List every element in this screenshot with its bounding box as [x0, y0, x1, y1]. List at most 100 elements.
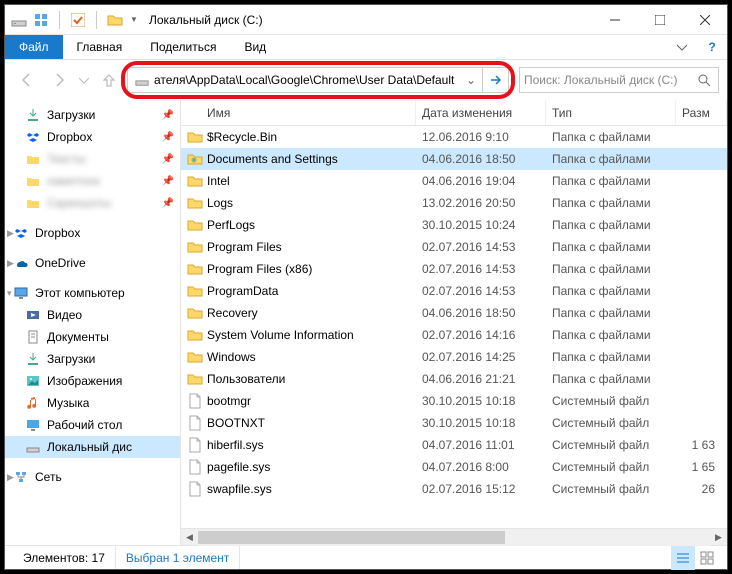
sidebar-item-network[interactable]: ▶Сеть: [5, 466, 180, 488]
file-row[interactable]: swapfile.sys02.07.2016 15:12Системный фа…: [181, 478, 727, 500]
sidebar-item-hidden[interactable]: Скриншоты📌: [5, 192, 180, 214]
file-date: 02.07.2016 14:25: [416, 350, 546, 364]
file-row[interactable]: pagefile.sys04.07.2016 8:00Системный фай…: [181, 456, 727, 478]
address-input[interactable]: [154, 73, 462, 87]
file-row[interactable]: BOOTNXT30.10.2015 10:18Системный файл: [181, 412, 727, 434]
sidebar-item-localdisk[interactable]: Локальный дис: [5, 436, 180, 458]
chevron-down-icon[interactable]: ▾: [7, 288, 12, 299]
close-button[interactable]: [682, 5, 727, 34]
file-row[interactable]: Пользователи04.06.2016 21:21Папка с файл…: [181, 368, 727, 390]
file-row[interactable]: Recovery04.06.2016 18:50Папка с файлами: [181, 302, 727, 324]
file-type: Папка с файлами: [546, 328, 676, 342]
scroll-track[interactable]: [198, 529, 710, 546]
file-name: System Volume Information: [207, 328, 354, 342]
qat-check-icon[interactable]: [70, 12, 86, 28]
file-date: 13.02.2016 20:50: [416, 196, 546, 210]
back-button[interactable]: [13, 66, 41, 94]
sidebar-item-dropbox-root[interactable]: ▶Dropbox: [5, 222, 180, 244]
sidebar-item-hidden[interactable]: Тексты📌: [5, 148, 180, 170]
sidebar-item-downloads[interactable]: Загрузки📌: [5, 104, 180, 126]
sidebar-item-music[interactable]: Музыка: [5, 392, 180, 414]
downloads-icon: [25, 351, 41, 367]
sidebar-item-video[interactable]: Видео: [5, 304, 180, 326]
file-row[interactable]: Documents and Settings04.06.2016 18:50Па…: [181, 148, 727, 170]
file-row[interactable]: bootmgr30.10.2015 10:18Системный файл: [181, 390, 727, 412]
minimize-button[interactable]: [592, 5, 637, 34]
ribbon-expand-icon[interactable]: [667, 42, 697, 52]
sidebar-item-dropbox[interactable]: Dropbox📌: [5, 126, 180, 148]
chevron-right-icon[interactable]: ▶: [7, 228, 14, 239]
folder-icon: [187, 349, 203, 365]
file-type: Папка с файлами: [546, 284, 676, 298]
tab-share[interactable]: Поделиться: [136, 35, 230, 59]
file-name: PerfLogs: [207, 218, 255, 232]
folder-icon: [187, 129, 203, 145]
video-icon: [25, 307, 41, 323]
chevron-right-icon[interactable]: ▶: [7, 472, 14, 483]
file-name: $Recycle.Bin: [207, 130, 277, 144]
file-date: 30.10.2015 10:18: [416, 416, 546, 430]
tab-view[interactable]: Вид: [230, 35, 280, 59]
maximize-button[interactable]: [637, 5, 682, 34]
computer-icon: [13, 285, 29, 301]
qat-properties-icon[interactable]: [33, 12, 49, 28]
column-size[interactable]: Разм: [676, 100, 727, 125]
search-box[interactable]: Поиск: Локальный диск (C:): [519, 67, 719, 93]
titlebar: ▼ Локальный диск (C:): [5, 5, 727, 35]
sidebar-item-thispc[interactable]: ▾Этот компьютер: [5, 282, 180, 304]
file-row[interactable]: hiberfil.sys04.07.2016 11:01Системный фа…: [181, 434, 727, 456]
file-name: Windows: [207, 350, 256, 364]
navigation-pane[interactable]: Загрузки📌 Dropbox📌 Тексты📌 наметоон📌 Скр…: [5, 100, 181, 545]
up-button[interactable]: [95, 66, 123, 94]
column-name[interactable]: Имя: [181, 100, 416, 125]
recent-dropdown-icon[interactable]: [77, 66, 91, 94]
horizontal-scrollbar[interactable]: ◀ ▶: [181, 528, 727, 545]
column-date[interactable]: Дата изменения: [416, 100, 546, 125]
file-date: 02.07.2016 14:16: [416, 328, 546, 342]
sidebar-item-pictures[interactable]: Изображения: [5, 370, 180, 392]
go-button[interactable]: [483, 67, 509, 93]
file-row[interactable]: Windows02.07.2016 14:25Папка с файлами: [181, 346, 727, 368]
file-row[interactable]: Program Files (x86)02.07.2016 14:53Папка…: [181, 258, 727, 280]
forward-button[interactable]: [45, 66, 73, 94]
file-row[interactable]: System Volume Information 02.07.2016 14:1…: [181, 324, 727, 346]
file-date: 02.07.2016 14:53: [416, 284, 546, 298]
file-rows[interactable]: $Recycle.Bin12.06.2016 9:10Папка с файла…: [181, 126, 727, 528]
tab-file[interactable]: Файл: [5, 35, 63, 59]
sidebar-item-documents[interactable]: Документы: [5, 326, 180, 348]
folder-icon: [187, 173, 203, 189]
file-row[interactable]: $Recycle.Bin12.06.2016 9:10Папка с файла…: [181, 126, 727, 148]
sidebar-item-downloads2[interactable]: Загрузки: [5, 348, 180, 370]
qat-folder-icon[interactable]: [107, 12, 123, 28]
scroll-thumb[interactable]: [198, 531, 505, 544]
sidebar-item-desktop[interactable]: Рабочий стол: [5, 414, 180, 436]
address-bar[interactable]: ⌄: [127, 67, 483, 93]
sidebar-item-hidden[interactable]: наметоон📌: [5, 170, 180, 192]
help-icon[interactable]: ?: [697, 40, 727, 54]
search-icon[interactable]: [694, 73, 714, 87]
chevron-right-icon[interactable]: ▶: [7, 258, 14, 269]
scroll-left-button[interactable]: ◀: [181, 529, 198, 546]
address-history-dropdown-icon[interactable]: ⌄: [462, 73, 480, 87]
file-row[interactable]: Program Files02.07.2016 14:53Папка с фай…: [181, 236, 727, 258]
sidebar-item-onedrive[interactable]: ▶OneDrive: [5, 252, 180, 274]
folder-icon: [25, 195, 41, 211]
scroll-right-button[interactable]: ▶: [710, 529, 727, 546]
view-icons-button[interactable]: [695, 546, 719, 570]
file-type: Системный файл: [546, 394, 676, 408]
window-title: Локальный диск (C:): [139, 13, 592, 27]
file-type: Папка с файлами: [546, 262, 676, 276]
file-row[interactable]: ProgramData02.07.2016 14:53Папка с файла…: [181, 280, 727, 302]
view-details-button[interactable]: [671, 546, 695, 570]
file-type: Папка с файлами: [546, 218, 676, 232]
qat-dropdown-icon[interactable]: ▼: [129, 12, 139, 28]
file-row[interactable]: PerfLogs30.10.2015 10:24Папка с файлами: [181, 214, 727, 236]
file-row[interactable]: Intel04.06.2016 19:04Папка с файлами: [181, 170, 727, 192]
file-date: 04.06.2016 19:04: [416, 174, 546, 188]
file-name: Intel: [207, 174, 230, 188]
file-type: Папка с файлами: [546, 130, 676, 144]
tab-home[interactable]: Главная: [63, 35, 137, 59]
file-row[interactable]: Logs13.02.2016 20:50Папка с файлами: [181, 192, 727, 214]
column-type[interactable]: Тип: [546, 100, 676, 125]
navigation-bar: ⌄ Поиск: Локальный диск (C:): [5, 60, 727, 100]
